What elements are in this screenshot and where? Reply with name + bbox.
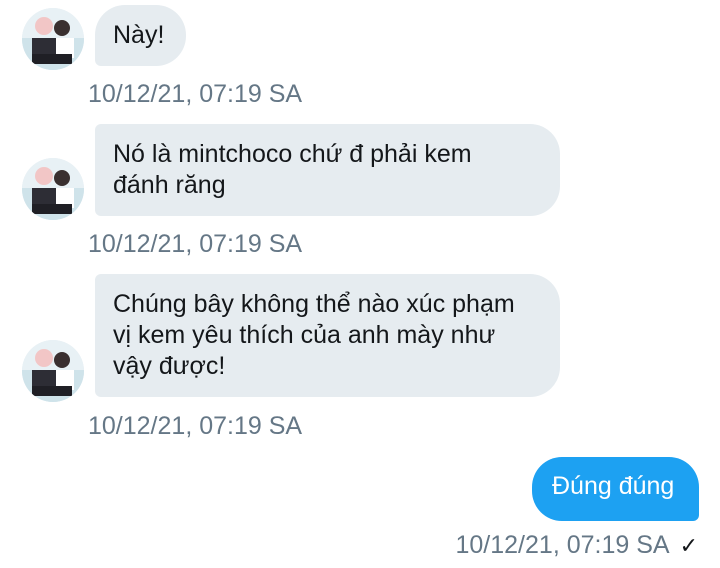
avatar-image: [22, 8, 84, 70]
message-timestamp: 10/12/21, 07:19 SA: [88, 80, 303, 108]
message-bubble-outgoing[interactable]: Đúng đúng: [532, 457, 699, 521]
message-text: Nó là mintchoco chứ đ phải kem: [113, 140, 472, 168]
sender-avatar[interactable]: [22, 8, 84, 70]
avatar-image: [22, 340, 84, 402]
message-text: vậy được!: [113, 352, 226, 380]
avatar-image: [22, 158, 84, 220]
message-text: Này!: [113, 21, 165, 49]
sender-avatar[interactable]: [22, 158, 84, 220]
sender-avatar[interactable]: [22, 340, 84, 402]
message-timestamp: 10/12/21, 07:19 SA: [88, 230, 303, 258]
message-timestamp: 10/12/21, 07:19 SA ✓: [456, 530, 699, 561]
timestamp-text: 10/12/21, 07:19 SA: [455, 531, 670, 559]
message-bubble[interactable]: Này!: [95, 5, 187, 66]
message-timestamp: 10/12/21, 07:19 SA: [88, 412, 303, 440]
message-text: đánh răng: [113, 171, 226, 199]
message-text: vị kem yêu thích của anh mày như: [113, 321, 496, 349]
checkmark-icon: ✓: [679, 533, 698, 558]
message-bubble[interactable]: Chúng bây không thể nào xúc phạm vị kem …: [95, 274, 560, 397]
message-text: Đúng đúng: [552, 472, 675, 500]
message-text: Chúng bây không thể nào xúc phạm: [113, 290, 515, 318]
message-bubble[interactable]: Nó là mintchoco chứ đ phải kem đánh răng: [95, 124, 560, 216]
